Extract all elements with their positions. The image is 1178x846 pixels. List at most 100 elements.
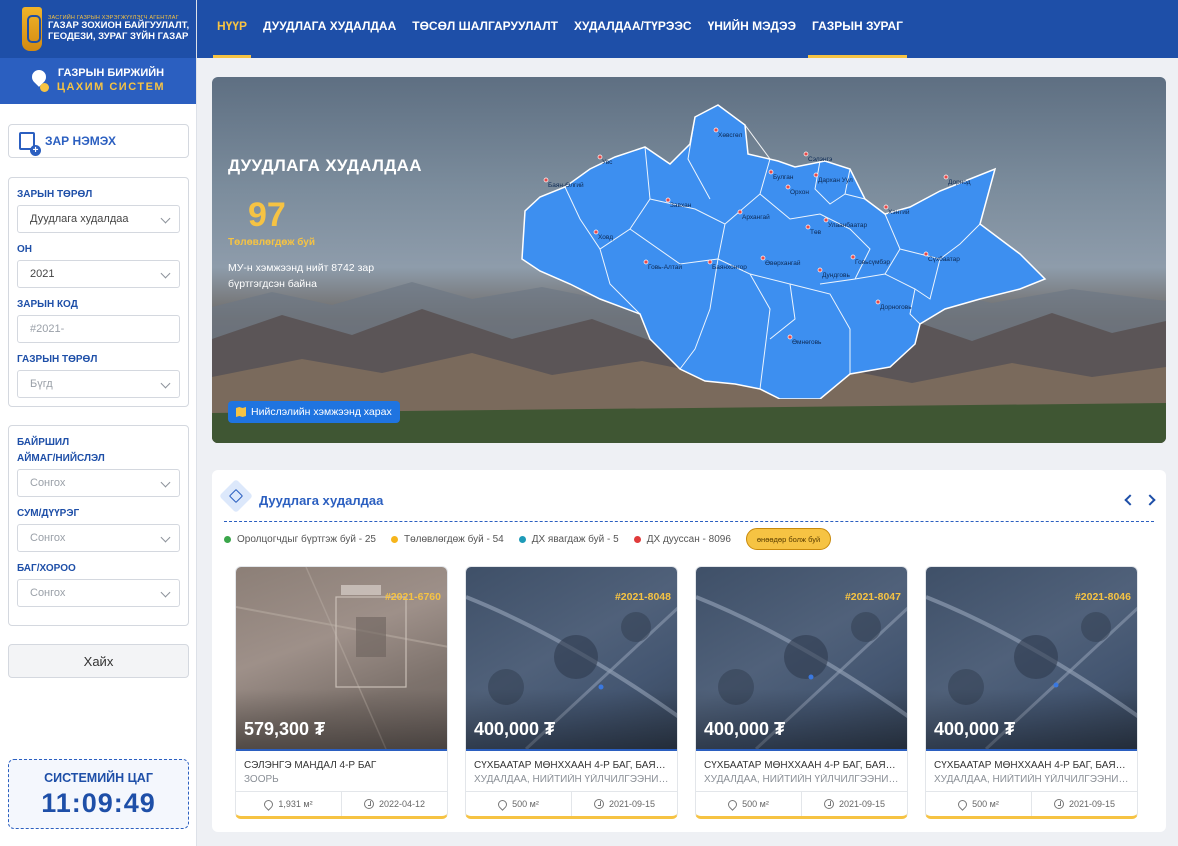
add-listing-label: ЗАР НЭМЭХ: [45, 134, 116, 148]
auction-card[interactable]: #2021-8046 400,000 ₮ СҮХБААТАР МӨНХХААН …: [925, 566, 1138, 819]
province-marker[interactable]: Сэлэнгэ: [803, 151, 833, 163]
ad-code-placeholder: #2021-: [30, 323, 65, 335]
legend-ongoing[interactable]: ДХ явагдаж буй - 5: [518, 534, 619, 545]
nav-land-map[interactable]: ГАЗРЫН ЗУРАГ: [804, 0, 911, 58]
province-marker[interactable]: Хэнтий: [883, 204, 910, 216]
province-label: Увс: [602, 159, 613, 166]
aimag-select[interactable]: Сонгох: [17, 469, 180, 497]
sum-label: СУМ/ДҮҮРЭГ: [17, 508, 80, 519]
view-capital-button[interactable]: Нийслэлийн хэмжээнд харах: [228, 401, 400, 423]
hero-description: МУ-н хэмжээнд нийт 8742 зар бүртгэгдсэн …: [228, 262, 375, 290]
auction-card-list: #2021-6760 579,300 ₮ СЭЛЭНГЭ МАНДАЛ 4-Р …: [235, 566, 1138, 819]
province-label: Орхон: [790, 189, 809, 196]
listing-location: СҮХБААТАР МӨНХХААН 4-Р БАГ, БАЯСГАЛАНТ: [704, 760, 899, 771]
legend-finished[interactable]: ДХ дууссан - 8096: [633, 534, 731, 545]
area-icon: [726, 797, 740, 811]
auction-card[interactable]: #2021-6760 579,300 ₮ СЭЛЭНГЭ МАНДАЛ 4-Р …: [235, 566, 448, 819]
province-label: Дундговь: [822, 272, 850, 279]
legend-label: Төлөвлөгдөж буй - 54: [403, 533, 504, 545]
status-dot: [390, 535, 398, 543]
add-document-icon: [19, 132, 41, 156]
listing-location: СҮХБААТАР МӨНХХААН 4-Р БАГ, БАЯСГАЛАНТ: [934, 760, 1129, 771]
province-label: Сэлэнгэ: [808, 156, 833, 163]
auction-card[interactable]: #2021-8047 400,000 ₮ СҮХБААТАР МӨНХХААН …: [695, 566, 908, 819]
nav-project-selection[interactable]: ТӨСӨЛ ШАЛГАРУУЛАЛТ: [404, 0, 566, 58]
chevron-down-icon: [160, 477, 171, 488]
land-type-select[interactable]: Бүгд: [17, 370, 180, 398]
org-header[interactable]: ЗАСГИЙН ГАЗРЫН ХЭРЭГЖҮҮЛЭГЧ АГЕНТЛАГ ГАЗ…: [0, 0, 196, 58]
ad-type-select[interactable]: Дуудлага худалдаа: [17, 205, 180, 233]
status-dot: [633, 535, 641, 543]
soyombo-emblem-icon: [22, 7, 42, 51]
chevron-right-icon[interactable]: [1144, 494, 1156, 506]
nav-sale-rent[interactable]: ХУДАЛДАА/ТҮРЭЭС: [566, 0, 700, 58]
hero-title: ДУУДЛАГА ХУДАЛДАА: [228, 156, 422, 175]
listing-area: 1,931 м²: [278, 799, 313, 809]
province-label: Архангай: [742, 213, 770, 221]
chevron-down-icon: [160, 532, 171, 543]
province-label: Төв: [810, 229, 822, 236]
listing-meta: 1,931 м² 2022-04-12: [236, 791, 447, 816]
chevron-left-icon[interactable]: [1124, 494, 1136, 506]
mongolia-map[interactable]: Хөвсгөл Увс Баян-Өлгий Завхан Ховд Говь-Алтай…: [520, 99, 1050, 399]
bag-select[interactable]: Сонгох: [17, 579, 180, 607]
search-button[interactable]: Хайх: [8, 644, 189, 678]
listing-price: 400,000 ₮: [934, 719, 1016, 739]
nav-auction[interactable]: ДУУДЛАГА ХУДАЛДАА: [255, 0, 404, 58]
province-label: Булган: [773, 174, 794, 181]
area-icon: [496, 797, 510, 811]
listing-code: #2021-6760: [384, 591, 441, 603]
system-banner[interactable]: ГАЗРЫН БИРЖИЙН ЦАХИМ СИСТЕМ: [0, 58, 196, 104]
nav-price-info[interactable]: ҮНИЙН МЭДЭЭ: [700, 0, 804, 58]
legend-registering[interactable]: Оролцогчдыг бүртгэж буй - 25: [224, 534, 376, 545]
province-label: Улаанбаатар: [828, 221, 867, 229]
province-label: Өмнөговь: [792, 339, 822, 346]
clock-icon: [1053, 799, 1064, 809]
sum-value: Сонгох: [30, 532, 66, 544]
ad-type-label: ЗАРЫН ТӨРӨЛ: [17, 189, 93, 200]
system-clock-time: 11:09:49: [41, 788, 156, 818]
status-dot: [224, 535, 231, 543]
listing-meta: 500 м² 2021-09-15: [926, 791, 1137, 816]
auction-card[interactable]: #2021-8048 400,000 ₮ СҮХБААТАР МӨНХХААН …: [465, 566, 678, 819]
listing-area: 500 м²: [972, 799, 999, 809]
listing-price: 400,000 ₮: [474, 719, 556, 739]
chevron-down-icon: [160, 378, 171, 389]
legend-planned[interactable]: Төлөвлөгдөж буй - 54: [390, 533, 504, 545]
listing-price: 400,000 ₮: [704, 719, 786, 739]
listing-land-use: ХУДАЛДАА, НИЙТИЙН ҮЙЛЧИЛГЭЭНИЙ ГАЗАР: [704, 774, 899, 785]
province-label: Говьсүмбэр: [855, 258, 890, 266]
system-clock: СИСТЕМИЙН ЦАГ 11:09:49: [8, 759, 189, 829]
listing-location: СҮХБААТАР МӨНХХААН 4-Р БАГ, БАЯСГАЛАНТ: [474, 760, 669, 771]
year-label: ОН: [17, 244, 32, 255]
year-select[interactable]: 2021: [17, 260, 180, 288]
legend-label: Оролцогчдыг бүртгэж буй - 25: [237, 533, 376, 545]
province-label: Баян-Өлгий: [548, 181, 584, 189]
parcel-satellite-image: #2021-8046 400,000 ₮: [926, 567, 1137, 749]
listing-date: 2021-09-15: [608, 799, 656, 809]
province-label: Баянхонгор: [712, 264, 747, 271]
auction-panel: Дуудлага худалдаа Оролцогчдыг бүртгэж бу…: [212, 470, 1166, 832]
listing-date: 2022-04-12: [378, 799, 426, 809]
parcel-satellite-image: #2021-6760 579,300 ₮: [236, 567, 447, 749]
planned-count-label: Төлөвлөгдөж буй: [228, 237, 316, 248]
auction-pager: [1124, 494, 1156, 506]
area-icon: [262, 797, 276, 811]
sum-select[interactable]: Сонгох: [17, 524, 180, 552]
land-type-label: ГАЗРЫН ТӨРӨЛ: [17, 354, 98, 365]
parcel-satellite-image: #2021-8047 400,000 ₮: [696, 567, 907, 749]
listing-area: 500 м²: [742, 799, 769, 809]
nav-home[interactable]: НҮҮР: [209, 0, 255, 58]
listing-land-use: ХУДАЛДАА, НИЙТИЙН ҮЙЛЧИЛГЭЭНИЙ ГАЗАР: [474, 774, 669, 785]
listing-land-use: ЗООРЬ: [244, 774, 279, 785]
top-nav: НҮҮР ДУУДЛАГА ХУДАЛДАА ТӨСӨЛ ШАЛГАРУУЛАЛ…: [197, 0, 1178, 58]
today-auctions-button[interactable]: өнөөдөр болж буй: [745, 528, 832, 550]
clock-icon: [363, 799, 374, 809]
ad-code-label: ЗАРЫН КОД: [17, 299, 78, 310]
ad-code-input[interactable]: #2021-: [17, 315, 180, 343]
parcel-satellite-image: #2021-8048 400,000 ₮: [466, 567, 677, 749]
view-capital-label: Нийслэлийн хэмжээнд харах: [251, 406, 392, 418]
add-listing-button[interactable]: ЗАР НЭМЭХ: [8, 124, 189, 158]
listing-code: #2021-8048: [614, 591, 671, 603]
province-marker[interactable]: Дорнод: [943, 174, 971, 186]
